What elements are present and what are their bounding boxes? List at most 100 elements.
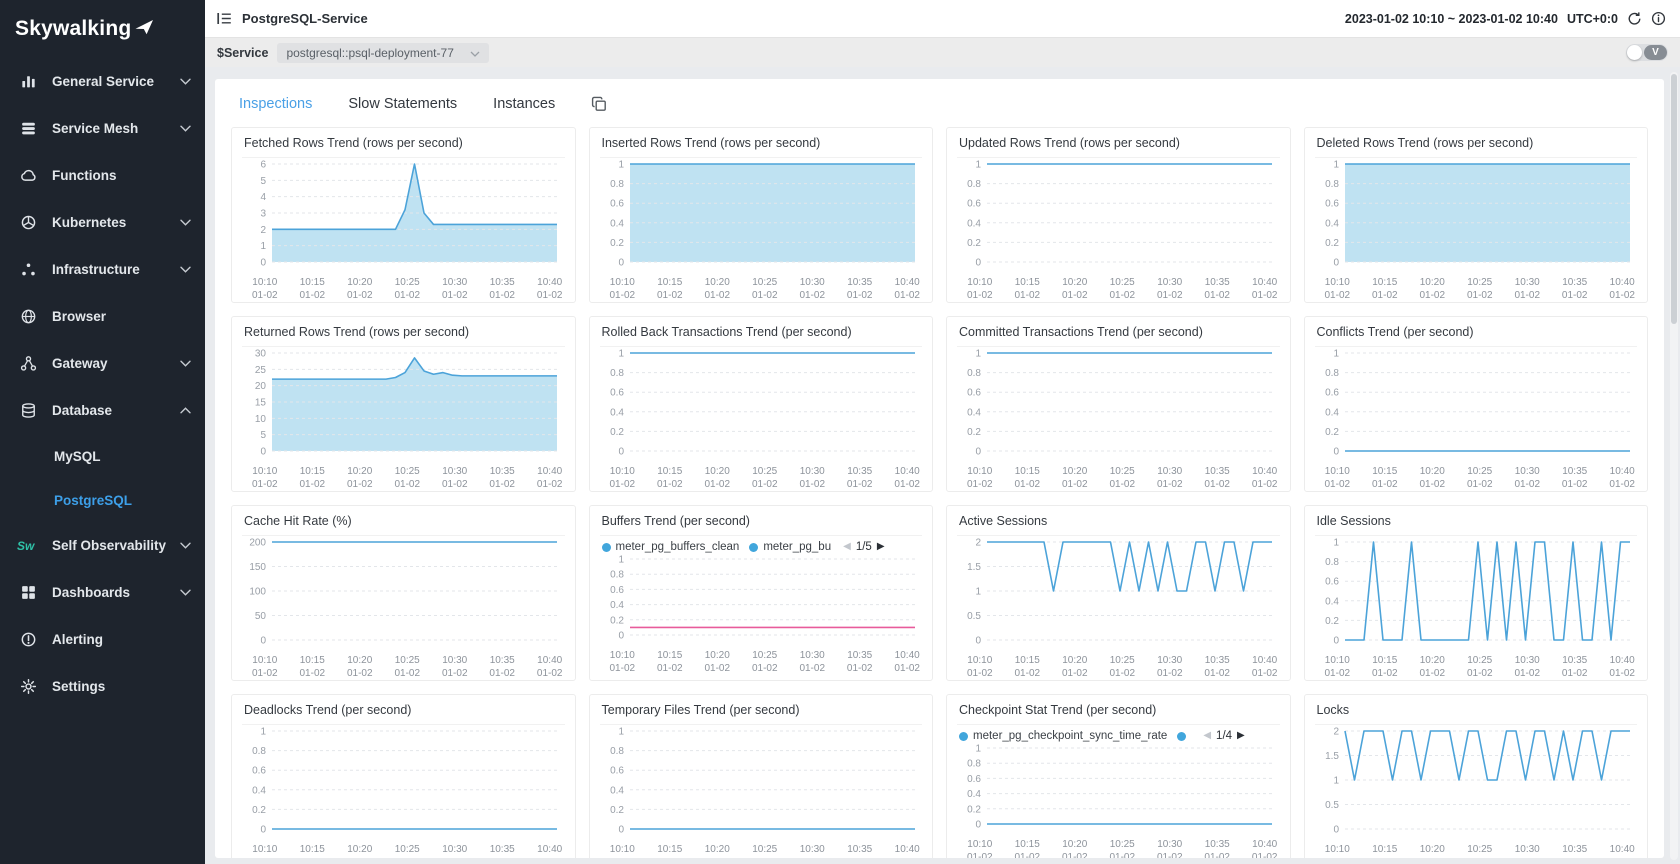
chart-card-temporary-files-trend: Temporary Files Trend (per second)00.20.… (589, 694, 934, 858)
tab-slow-statements[interactable]: Slow Statements (348, 96, 457, 112)
x-tick-date: 01-02 (1014, 667, 1040, 680)
y-tick-label: 1 (618, 727, 624, 738)
x-tick-time: 10:35 (1204, 654, 1230, 667)
chart-plot: 00.20.40.60.81 (1315, 347, 1638, 464)
x-axis-label: 10:3501-02 (489, 843, 515, 858)
x-axis-label: 10:2501-02 (394, 843, 420, 858)
x-tick-time: 10:15 (1014, 838, 1040, 851)
x-tick-date: 01-02 (657, 478, 683, 491)
tab-inspections[interactable]: Inspections (239, 96, 312, 112)
infrastructure-icon (17, 261, 39, 278)
x-tick-date: 01-02 (967, 478, 993, 491)
x-axis-label: 10:2001-02 (1419, 465, 1445, 491)
x-axis-label: 10:1501-02 (1372, 843, 1398, 858)
x-axis-label: 10:2501-02 (752, 649, 778, 675)
chart-svg-committed-transactions-trend: 00.20.40.60.81 (957, 347, 1280, 459)
x-axis-label: 10:4001-02 (1609, 465, 1635, 491)
version-toggle[interactable]: V (1626, 44, 1668, 61)
chart-card-idle-sessions: Idle Sessions00.20.40.60.8110:1001-0210:… (1304, 505, 1649, 681)
sidebar-item-functions[interactable]: Functions (0, 152, 205, 199)
x-axis-label: 10:2001-02 (1062, 838, 1088, 858)
x-axis-label: 10:4001-02 (894, 276, 920, 302)
chart-card-updated-rows-trend: Updated Rows Trend (rows per second)00.2… (946, 127, 1291, 303)
x-axis-label: 10:4001-02 (1609, 843, 1635, 858)
chart-card-committed-transactions-trend: Committed Transactions Trend (per second… (946, 316, 1291, 492)
info-icon[interactable] (1651, 11, 1666, 26)
y-tick-label: 1 (260, 241, 266, 252)
legend-prev-icon[interactable]: ◀ (843, 542, 851, 552)
y-tick-label: 0.2 (610, 238, 624, 249)
sidebar-item-database[interactable]: Database (0, 387, 205, 434)
x-tick-date: 01-02 (537, 667, 563, 680)
sidebar-item-service-mesh[interactable]: Service Mesh (0, 105, 205, 152)
chart-title: Buffers Trend (per second) (600, 514, 923, 536)
sidebar-item-dashboards[interactable]: Dashboards (0, 569, 205, 616)
y-tick-label: 150 (249, 562, 266, 573)
chart-svg-locks: 00.511.52 (1315, 725, 1638, 837)
time-range[interactable]: 2023-01-02 10:10 ~ 2023-01-02 10:40 (1345, 12, 1558, 26)
refresh-icon[interactable] (1627, 11, 1642, 26)
sidebar-item-gateway[interactable]: Gateway (0, 340, 205, 387)
sidebar-item-label: Dashboards (52, 585, 130, 600)
chart-svg-temporary-files-trend: 00.20.40.60.81 (600, 725, 923, 837)
scrollbar-thumb[interactable] (1671, 74, 1677, 324)
x-tick-time: 10:25 (752, 843, 778, 856)
x-tick-time: 10:15 (657, 843, 683, 856)
y-tick-label: 0.2 (252, 805, 266, 816)
x-axis-label: 10:1001-02 (967, 465, 993, 491)
x-tick-time: 10:30 (1514, 276, 1540, 289)
x-axis-label: 10:3501-02 (489, 654, 515, 680)
x-tick-date: 01-02 (1109, 478, 1135, 491)
service-select[interactable]: postgresql::psql-deployment-77 (277, 43, 488, 63)
y-tick-label: 0.6 (252, 766, 266, 777)
x-tick-date: 01-02 (1325, 289, 1351, 302)
x-axis-labels: 10:1001-0210:1501-0210:2001-0210:2501-02… (1315, 464, 1638, 491)
vertical-scrollbar[interactable] (1670, 72, 1678, 860)
sidebar-item-browser[interactable]: Browser (0, 293, 205, 340)
y-tick-label: 2 (975, 538, 981, 549)
legend-next-icon[interactable]: ▶ (1237, 731, 1245, 741)
x-axis-label: 10:1001-02 (967, 654, 993, 680)
sidebar-item-kubernetes[interactable]: Kubernetes (0, 199, 205, 246)
sidebar-item-self-observability[interactable]: SwSelf Observability (0, 522, 205, 569)
y-tick-label: 0 (260, 447, 266, 458)
x-tick-time: 10:35 (1562, 465, 1588, 478)
y-tick-label: 0.4 (1325, 596, 1339, 607)
y-tick-label: 0 (618, 631, 624, 642)
sidebar-subitem-postgresql[interactable]: PostgreSQL (0, 478, 205, 522)
y-tick-label: 0.2 (610, 805, 624, 816)
x-tick-date: 01-02 (752, 289, 778, 302)
copy-icon[interactable] (591, 96, 607, 112)
x-tick-time: 10:15 (299, 843, 325, 856)
x-tick-time: 10:30 (799, 465, 825, 478)
sidebar-item-alerting[interactable]: Alerting (0, 616, 205, 663)
y-tick-label: 0.8 (1325, 368, 1339, 379)
y-tick-label: 0.5 (1325, 800, 1339, 811)
x-tick-time: 10:20 (1062, 465, 1088, 478)
sidebar-item-settings[interactable]: Settings (0, 663, 205, 710)
x-tick-date: 01-02 (704, 478, 730, 491)
legend-prev-icon[interactable]: ◀ (1203, 731, 1211, 741)
legend-next-icon[interactable]: ▶ (877, 542, 885, 552)
x-tick-date: 01-02 (847, 478, 873, 491)
chart-legend: meter_pg_checkpoint_sync_time_rate◀1/4▶ (957, 725, 1280, 742)
sidebar-subitem-mysql[interactable]: MySQL (0, 434, 205, 478)
x-tick-date: 01-02 (1014, 289, 1040, 302)
x-tick-date: 01-02 (1514, 478, 1540, 491)
x-tick-time: 10:25 (394, 465, 420, 478)
x-axis-label: 10:2001-02 (704, 649, 730, 675)
sidebar-item-infrastructure[interactable]: Infrastructure (0, 246, 205, 293)
legend-label: meter_pg_buffers_clean (616, 541, 740, 553)
x-tick-time: 10:10 (967, 465, 993, 478)
x-tick-time: 10:25 (1467, 465, 1493, 478)
x-tick-date: 01-02 (1467, 478, 1493, 491)
x-axis-label: 10:1001-02 (252, 276, 278, 302)
tab-instances[interactable]: Instances (493, 96, 555, 112)
chart-plot: 00.20.40.60.81 (600, 347, 923, 464)
sidebar-item-general-service[interactable]: General Service (0, 58, 205, 105)
sidebar-item-label: Service Mesh (52, 121, 138, 136)
menu-icon[interactable] (217, 12, 232, 25)
x-axis-label: 10:2501-02 (1467, 465, 1493, 491)
app-logo[interactable]: Skywalking (0, 0, 205, 58)
chart-card-checkpoint-stat-trend: Checkpoint Stat Trend (per second)meter_… (946, 694, 1291, 858)
